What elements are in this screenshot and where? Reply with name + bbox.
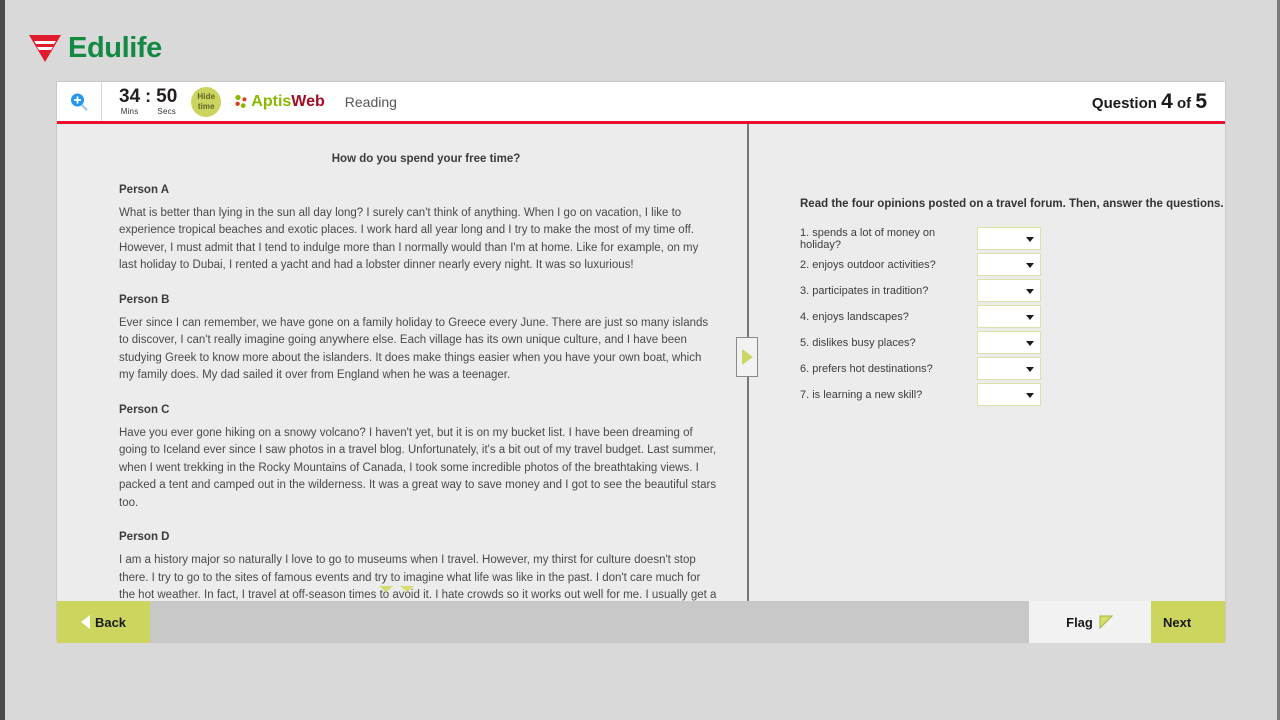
passage-person-a: Person A What is better than lying in th…	[57, 184, 719, 275]
person-text: I am a history major so naturally I love…	[119, 554, 717, 601]
zoom-in-button[interactable]	[57, 82, 102, 121]
aptis-word-part1: Aptis	[251, 92, 292, 110]
exam-body: How do you spend your free time? Person …	[57, 124, 1225, 601]
pane-splitter-handle[interactable]	[736, 337, 758, 377]
timer-minutes: 34 Mins	[119, 87, 140, 116]
question-label: 6. prefers hot destinations?	[800, 362, 933, 375]
back-button[interactable]: Back	[57, 601, 150, 643]
brand-logo: Edulife	[28, 33, 162, 63]
question-list: 1. spends a lot of money on holiday? 2. …	[800, 226, 1225, 407]
hide-time-label-line2: time	[197, 101, 215, 111]
flag-button-label: Flag	[1066, 614, 1093, 630]
answer-dropdown-7[interactable]	[977, 383, 1041, 406]
chevron-right-icon	[741, 349, 753, 365]
scroll-down-indicator[interactable]	[57, 586, 735, 592]
chevron-icon	[399, 586, 414, 592]
back-button-label: Back	[94, 614, 127, 630]
hide-time-button[interactable]: Hide time	[191, 86, 222, 117]
chevron-down-icon	[1026, 392, 1034, 398]
instruction-text: Read the four opinions posted on a trave…	[800, 198, 1224, 210]
question-row: 6. prefers hot destinations?	[800, 356, 1225, 381]
passage-title: How do you spend your free time?	[331, 153, 521, 165]
questions-pane: Read the four opinions posted on a trave…	[749, 124, 1225, 601]
next-button-label: Next	[1163, 614, 1192, 630]
question-row: 3. participates in tradition?	[800, 278, 1225, 303]
question-counter-total: 5	[1195, 89, 1207, 113]
question-row: 5. dislikes busy places?	[800, 330, 1225, 355]
exam-window: 34 Mins : 50 Secs Hide time AptisWeb Rea…	[57, 82, 1225, 643]
flag-button[interactable]: Flag	[1029, 601, 1151, 643]
brand-name: Edulife	[68, 31, 162, 64]
timer-seconds: 50 Secs	[156, 87, 177, 116]
toolbar: 34 Mins : 50 Secs Hide time AptisWeb Rea…	[57, 82, 1225, 124]
timer-minutes-label: Mins	[120, 107, 139, 116]
question-label: 7. is learning a new skill?	[800, 388, 923, 401]
passage-person-b: Person B Ever since I can remember, we h…	[57, 294, 719, 385]
person-text: Have you ever gone hiking on a snowy vol…	[119, 426, 717, 509]
chevron-down-icon	[1026, 262, 1034, 268]
person-name: Person A	[119, 184, 170, 196]
question-row: 7. is learning a new skill?	[800, 382, 1225, 407]
question-label: 3. participates in tradition?	[800, 284, 929, 297]
screen: Edulife 34 Mins : 50 Secs Hide time Apti…	[0, 0, 1280, 720]
question-label: 2. enjoys outdoor activities?	[800, 258, 936, 271]
person-text: What is better than lying in the sun all…	[119, 207, 699, 272]
page-edge-left	[0, 0, 5, 720]
passage-person-c: Person C Have you ever gone hiking on a …	[57, 404, 719, 512]
person-text: Ever since I can remember, we have gone …	[119, 316, 709, 382]
question-counter: Question 4 of 5	[1092, 90, 1207, 114]
edulife-mark-icon	[29, 35, 61, 62]
question-row: 4. enjoys landscapes?	[800, 304, 1225, 329]
question-label: 4. enjoys landscapes?	[800, 310, 909, 323]
footer-spacer	[150, 601, 1029, 643]
person-name: Person B	[119, 293, 170, 306]
person-name: Person C	[119, 403, 170, 416]
exam-timer: 34 Mins : 50 Secs	[119, 87, 177, 116]
timer-seconds-value: 50	[156, 86, 178, 107]
next-button[interactable]: Next	[1151, 601, 1225, 643]
aptisweb-logo: AptisWeb	[235, 92, 325, 110]
hide-time-label-line1: Hide	[197, 92, 216, 102]
question-counter-current: 4	[1161, 89, 1173, 113]
chevron-icon	[378, 586, 393, 592]
aptis-dots-icon	[235, 94, 247, 108]
timer-minutes-value: 34	[119, 86, 141, 107]
aptis-wordmark: AptisWeb	[251, 92, 325, 110]
flag-icon	[1099, 615, 1114, 630]
question-counter-of: of	[1176, 94, 1192, 112]
question-label: 1. spends a lot of money on holiday?	[800, 226, 936, 251]
answer-dropdown-1[interactable]	[977, 227, 1041, 250]
aptis-word-part2: Web	[291, 92, 325, 110]
question-counter-prefix: Question	[1091, 94, 1157, 112]
question-row: 1. spends a lot of money on holiday?	[800, 226, 1225, 251]
passage-pane: How do you spend your free time? Person …	[57, 124, 749, 601]
question-label: 5. dislikes busy places?	[800, 336, 916, 349]
chevron-down-icon	[1026, 314, 1034, 320]
zoom-in-magnifier-icon	[71, 93, 88, 111]
timer-seconds-label: Secs	[157, 107, 176, 116]
answer-dropdown-5[interactable]	[977, 331, 1041, 354]
person-name: Person D	[119, 531, 170, 544]
skill-label: Reading	[344, 93, 397, 110]
chevron-down-icon	[1026, 366, 1034, 372]
arrow-left-icon	[80, 615, 90, 629]
answer-dropdown-2[interactable]	[977, 253, 1041, 276]
answer-dropdown-4[interactable]	[977, 305, 1041, 328]
chevron-down-icon	[1026, 236, 1034, 242]
chevron-down-icon	[1026, 288, 1034, 294]
chevron-down-icon	[1026, 340, 1034, 346]
answer-dropdown-3[interactable]	[977, 279, 1041, 302]
question-row: 2. enjoys outdoor activities?	[800, 252, 1225, 277]
footer-bar: Back Flag Next	[57, 601, 1225, 643]
answer-dropdown-6[interactable]	[977, 357, 1041, 380]
timer-separator: :	[145, 86, 152, 106]
